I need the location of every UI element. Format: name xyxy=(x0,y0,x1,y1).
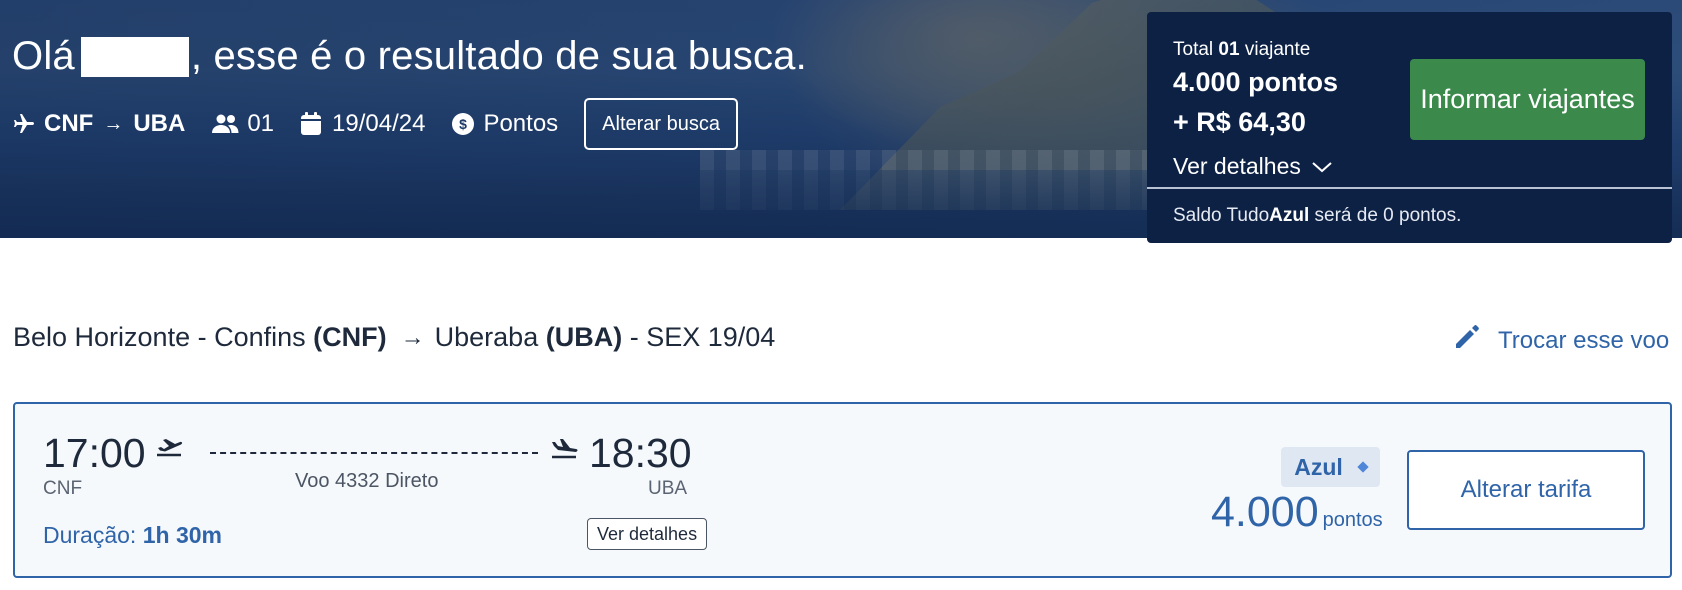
total-points: 4.000 pontos xyxy=(1173,67,1339,97)
flight-price: 4.000 pontos xyxy=(1211,488,1383,537)
search-route: CNF → UBA xyxy=(12,110,185,138)
route-arrow: → xyxy=(103,112,124,135)
landing-icon xyxy=(550,437,578,468)
flight-card[interactable]: 17:00 18:30 CNF Voo 4332 Direto UBA Dura… xyxy=(13,402,1672,578)
fare-badge: Azul xyxy=(1281,447,1380,487)
duration-value: 1h 30m xyxy=(142,522,222,548)
departure-code: CNF xyxy=(43,478,83,499)
arrival-code: UBA xyxy=(648,478,688,499)
flight-route-title: Belo Horizonte - Confins (CNF) → Uberaba… xyxy=(13,322,775,353)
destination-code: (UBA) xyxy=(545,322,623,352)
flight-details-button[interactable]: Ver detalhes xyxy=(587,518,708,550)
calendar-icon xyxy=(300,112,322,136)
search-passengers: 01 xyxy=(211,110,274,138)
plane-icon xyxy=(12,112,36,136)
price-unit: pontos xyxy=(1322,509,1383,531)
origin-code: (CNF) xyxy=(313,322,387,352)
greeting-prefix: Olá xyxy=(12,34,75,78)
search-origin-code: CNF xyxy=(44,110,94,137)
dollar-circle-icon: $ xyxy=(451,112,475,136)
total-money: + R$ 64,30 xyxy=(1173,107,1306,137)
flight-duration: Duração: 1h 30m xyxy=(43,522,222,548)
summary-details-toggle[interactable]: Ver detalhes xyxy=(1173,153,1333,180)
greeting-title: Olá , esse é o resultado de sua busca. xyxy=(12,34,807,79)
search-date-value: 19/04/24 xyxy=(332,110,426,137)
redacted-name xyxy=(80,36,189,77)
change-flight-link[interactable]: Trocar esse voo xyxy=(1452,322,1669,359)
total-travelers: Total 01 viajante xyxy=(1173,39,1311,60)
route-title-arrow: → xyxy=(400,323,425,351)
informar-viajantes-button[interactable]: Informar viajantes xyxy=(1410,59,1645,140)
fare-type-value: Pontos xyxy=(483,110,559,137)
diamond-icon xyxy=(1357,461,1369,473)
flight-number: Voo 4332 Direto xyxy=(295,470,439,492)
search-summary-bar: CNF → UBA 01 19/04/24 $ Pontos Alterar b… xyxy=(12,96,739,152)
greeting-suffix: , esse é o resultado de sua busca. xyxy=(190,34,807,78)
people-icon xyxy=(211,113,239,135)
chevron-down-icon xyxy=(1301,153,1333,180)
flight-path-line xyxy=(210,452,538,454)
arrival-time: 18:30 xyxy=(589,430,692,476)
balance-note: Saldo TudoAzul será de 0 pontos. xyxy=(1173,205,1462,226)
summary-divider xyxy=(1147,187,1672,189)
traveler-count: 01 xyxy=(1218,39,1240,60)
price-value: 4.000 xyxy=(1211,488,1319,536)
origin-city: Belo Horizonte - Confins xyxy=(13,322,306,352)
departure-time: 17:00 xyxy=(43,430,146,476)
takeoff-icon xyxy=(155,437,183,468)
pencil-icon xyxy=(1452,322,1498,359)
search-date: 19/04/24 xyxy=(300,110,425,138)
search-destination-code: UBA xyxy=(133,110,186,137)
change-fare-button[interactable]: Alterar tarifa xyxy=(1407,450,1645,530)
svg-text:$: $ xyxy=(460,116,468,132)
destination-city: Uberaba xyxy=(434,322,539,352)
change-search-button[interactable]: Alterar busca xyxy=(584,98,739,150)
passenger-count: 01 xyxy=(247,110,275,137)
flight-date: - SEX 19/04 xyxy=(629,322,776,352)
booking-summary-panel: Total 01 viajante 4.000 pontos + R$ 64,3… xyxy=(1147,12,1672,243)
search-fare-type: $ Pontos xyxy=(451,110,558,138)
